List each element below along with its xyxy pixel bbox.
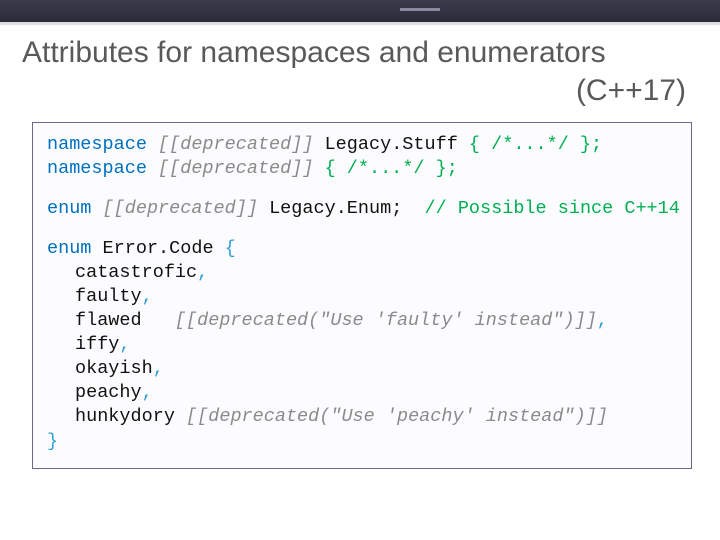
title-underline — [0, 22, 720, 25]
code-box: namespace [[deprecated]] Legacy.Stuff { … — [32, 122, 692, 469]
enum-item: catastrofic, — [47, 261, 677, 285]
title-line-1: Attributes for namespaces and enumerator… — [22, 34, 698, 72]
code-line: enum [[deprecated]] Legacy.Enum; // Poss… — [47, 197, 677, 221]
enum-item: faulty, — [47, 285, 677, 309]
enum-item: okayish, — [47, 357, 677, 381]
top-bar — [0, 0, 720, 23]
enum-item: iffy, — [47, 333, 677, 357]
enum-item: peachy, — [47, 381, 677, 405]
slide-title: Attributes for namespaces and enumerator… — [22, 34, 698, 111]
title-line-2: (C++17) — [22, 72, 698, 110]
slide: Attributes for namespaces and enumerator… — [0, 0, 720, 540]
enum-item: hunkydory [[deprecated("Use 'peachy' ins… — [47, 405, 677, 429]
accent-segment — [400, 8, 440, 11]
code-line: namespace [[deprecated]] { /*...*/ }; — [47, 157, 677, 181]
enum-item: flawed [[deprecated("Use 'faulty' instea… — [47, 309, 677, 333]
code-line: namespace [[deprecated]] Legacy.Stuff { … — [47, 133, 677, 157]
code-line: enum Error.Code { — [47, 237, 677, 261]
code-line: } — [47, 430, 677, 454]
